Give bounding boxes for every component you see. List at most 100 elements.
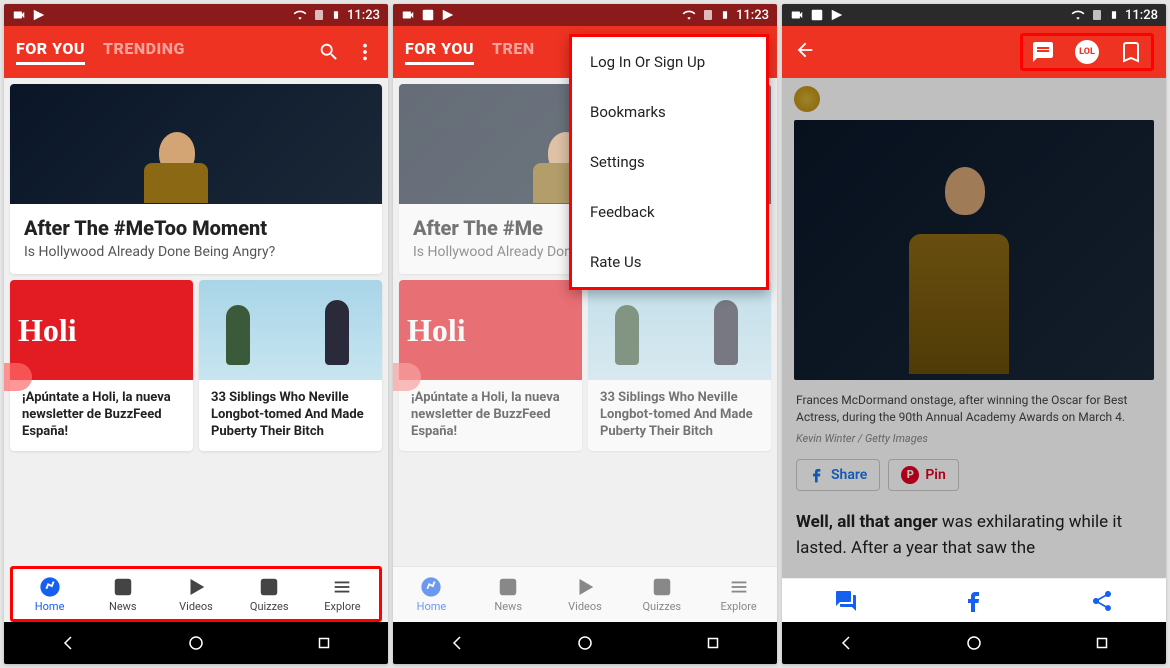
video-badge-icon [4, 363, 32, 391]
android-nav-bar [4, 622, 388, 664]
facebook-share-icon[interactable] [962, 589, 986, 613]
article-body-text: Well, all that anger was exhilarating wh… [782, 505, 1166, 566]
overflow-menu-icon[interactable] [354, 41, 376, 63]
comment-icon[interactable] [1031, 40, 1055, 64]
holi-image: Holi [399, 280, 582, 380]
battery-icon [331, 8, 341, 22]
wifi-icon [682, 8, 696, 22]
hero-title: After The #MeToo Moment [10, 204, 382, 244]
image-caption: Frances McDormand onstage, after winning… [782, 388, 1166, 430]
home-sys-icon[interactable] [576, 634, 594, 652]
back-button[interactable] [794, 39, 816, 65]
facebook-icon [809, 467, 825, 483]
back-sys-icon[interactable] [59, 634, 77, 652]
videocam-icon [401, 8, 415, 22]
menu-bookmarks[interactable]: Bookmarks [572, 87, 766, 137]
home-sys-icon[interactable] [187, 634, 205, 652]
nav-home[interactable]: Home [393, 567, 470, 622]
tab-trending[interactable]: TREN [492, 39, 535, 65]
menu-login[interactable]: Log In Or Sign Up [572, 37, 766, 87]
menu-rate[interactable]: Rate Us [572, 237, 766, 287]
video-badge-icon [393, 363, 421, 391]
holi-title: ¡Apúntate a Holi, la nueva newsletter de… [399, 380, 582, 451]
status-bar: 11:23 [393, 4, 777, 26]
nav-quizzes[interactable]: Quizzes [623, 567, 700, 622]
share-buttons-row: Share P Pin [782, 455, 1166, 505]
search-icon[interactable] [318, 41, 340, 63]
card-siblings[interactable]: 33 Siblings Who Neville Longbot-tomed An… [199, 280, 382, 451]
hero-article-card[interactable]: After The #MeToo Moment Is Hollywood Alr… [10, 84, 382, 274]
explore-icon [728, 576, 750, 598]
menu-feedback[interactable]: Feedback [572, 187, 766, 237]
nav-videos[interactable]: Videos [547, 567, 624, 622]
videos-icon [574, 576, 596, 598]
status-bar: 11:28 [782, 4, 1166, 26]
home-icon [420, 576, 442, 598]
bookmark-icon[interactable] [1119, 40, 1143, 64]
share-icon[interactable] [1090, 589, 1114, 613]
android-nav-bar [393, 622, 777, 664]
nav-home[interactable]: Home [13, 569, 86, 619]
pinterest-pin-button[interactable]: P Pin [888, 459, 958, 491]
hero-image [10, 84, 382, 204]
menu-settings[interactable]: Settings [572, 137, 766, 187]
news-icon [497, 576, 519, 598]
pinterest-icon: P [901, 466, 919, 484]
no-sim-icon [313, 9, 325, 21]
clock-text: 11:23 [347, 8, 380, 23]
tab-trending[interactable]: TRENDING [103, 39, 185, 65]
bottom-nav: Home News Videos Quizzes Explore [393, 566, 777, 622]
quizzes-icon [258, 576, 280, 598]
home-sys-icon[interactable] [965, 634, 983, 652]
wifi-icon [293, 8, 307, 22]
phone-screen-3: 11:28 LOL Frances McDormand onstage, aft… [782, 4, 1166, 664]
recent-sys-icon[interactable] [315, 634, 333, 652]
recent-sys-icon[interactable] [704, 634, 722, 652]
clock-text: 11:23 [736, 8, 769, 23]
bottom-nav: Home News Videos Quizzes Explore [10, 566, 382, 622]
siblings-title: 33 Siblings Who Neville Longbot-tomed An… [199, 380, 382, 451]
status-bar: 11:23 [4, 4, 388, 26]
phone-screen-2: 11:23 FOR YOU TREN Log In Or Sign Up Boo… [393, 4, 777, 664]
no-sim-icon [1091, 9, 1103, 21]
overflow-menu: Log In Or Sign Up Bookmarks Settings Fee… [569, 34, 769, 290]
nav-videos[interactable]: Videos [159, 569, 232, 619]
image-icon [810, 8, 824, 22]
image-credit: Kevin Winter / Getty Images [782, 430, 1166, 455]
nav-explore[interactable]: Explore [306, 569, 379, 619]
wifi-icon [1071, 8, 1085, 22]
card-holi[interactable]: Holi ¡Apúntate a Holi, la nueva newslett… [399, 280, 582, 451]
tab-for-you[interactable]: FOR YOU [405, 39, 474, 65]
videocam-icon [12, 8, 26, 22]
facebook-share-button[interactable]: Share [796, 459, 880, 491]
holi-title: ¡Apúntate a Holi, la nueva newsletter de… [10, 380, 193, 451]
play-store-icon [32, 8, 46, 22]
oscar-avatar-icon [794, 86, 820, 112]
tab-for-you[interactable]: FOR YOU [16, 39, 85, 65]
article-bottom-bar [782, 578, 1166, 622]
phone-screen-1: 11:23 FOR YOU TRENDING After The #MeToo … [4, 4, 388, 664]
card-holi[interactable]: Holi ¡Apúntate a Holi, la nueva newslett… [10, 280, 193, 451]
nav-news[interactable]: News [470, 567, 547, 622]
card-siblings[interactable]: 33 Siblings Who Neville Longbot-tomed An… [588, 280, 771, 451]
article-hero-image [794, 120, 1154, 380]
explore-icon [331, 576, 353, 598]
videocam-icon [790, 8, 804, 22]
feed-content: After The #MeToo Moment Is Hollywood Alr… [4, 78, 388, 566]
siblings-image [199, 280, 382, 380]
nav-quizzes[interactable]: Quizzes [233, 569, 306, 619]
back-sys-icon[interactable] [448, 634, 466, 652]
nav-news[interactable]: News [86, 569, 159, 619]
clock-text: 11:28 [1125, 8, 1158, 23]
android-nav-bar [782, 622, 1166, 664]
videos-icon [185, 576, 207, 598]
no-sim-icon [702, 9, 714, 21]
recent-sys-icon[interactable] [1093, 634, 1111, 652]
battery-icon [1109, 8, 1119, 22]
nav-explore[interactable]: Explore [700, 567, 777, 622]
lol-reaction-icon[interactable]: LOL [1075, 40, 1099, 64]
battery-icon [720, 8, 730, 22]
back-sys-icon[interactable] [837, 634, 855, 652]
play-store-icon [830, 8, 844, 22]
comments-icon[interactable] [834, 589, 858, 613]
